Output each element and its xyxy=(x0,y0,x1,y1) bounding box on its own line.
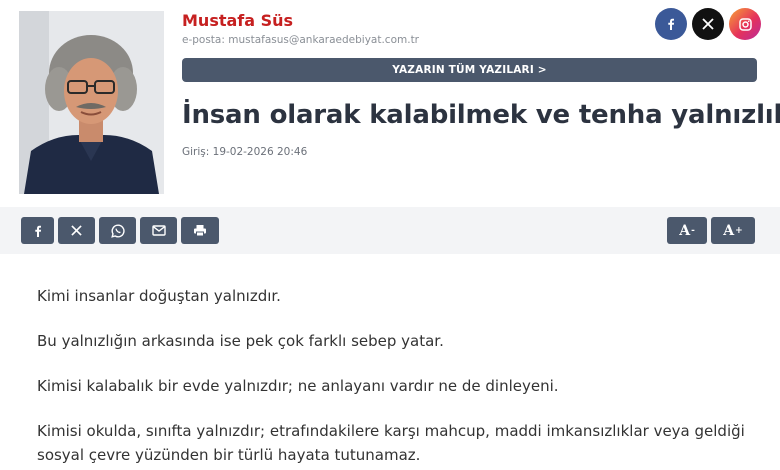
posted-date: Giriş: 19-02-2026 20:46 xyxy=(182,146,308,158)
font-increase-sign: + xyxy=(735,225,743,236)
instagram-icon xyxy=(738,17,752,31)
author-email[interactable]: e-posta: mustafasus@ankaraedebiyat.com.t… xyxy=(182,34,419,46)
author-photo xyxy=(19,11,164,194)
facebook-icon xyxy=(668,18,675,30)
article-paragraph: Bu yalnızlığın arkasında ise pek çok far… xyxy=(37,332,444,350)
share-mail-button[interactable] xyxy=(140,217,177,244)
article-paragraph: Kimisi okulda, sınıfta yalnızdır; etrafı… xyxy=(37,422,745,464)
facebook-icon xyxy=(34,225,41,237)
all-posts-button[interactable]: YAZARIN TÜM YAZILARI > xyxy=(182,58,757,82)
share-facebook-button[interactable] xyxy=(21,217,54,244)
print-icon xyxy=(194,225,206,237)
print-button[interactable] xyxy=(181,217,219,244)
author-portrait-image xyxy=(19,11,164,194)
font-increase-button[interactable]: A + xyxy=(711,217,755,244)
share-x-button[interactable] xyxy=(58,217,95,244)
font-decrease-button[interactable]: A- xyxy=(667,217,707,244)
font-decrease-label: A xyxy=(679,222,691,239)
article-paragraph: Kimisi kalabalık bir evde yalnızdır; ne … xyxy=(37,377,559,395)
instagram-button[interactable] xyxy=(729,8,761,40)
mail-icon xyxy=(151,225,166,236)
whatsapp-icon xyxy=(110,223,125,238)
x-button[interactable] xyxy=(692,8,724,40)
share-toolbar: A- A + xyxy=(0,207,780,254)
article-body: Kimi insanlar doğuştan yalnızdır. Bu yal… xyxy=(37,284,757,470)
font-increase-label: A xyxy=(723,222,735,239)
article-paragraph: Kimi insanlar doğuştan yalnızdır. xyxy=(37,287,281,305)
font-decrease-sign: - xyxy=(691,225,695,236)
x-icon xyxy=(71,225,82,236)
author-name[interactable]: Mustafa Süs xyxy=(182,11,293,30)
x-icon xyxy=(702,18,714,30)
facebook-button[interactable] xyxy=(655,8,687,40)
article-title: İnsan olarak kalabilmek ve tenha yalnızl… xyxy=(182,100,780,130)
share-whatsapp-button[interactable] xyxy=(99,217,136,244)
